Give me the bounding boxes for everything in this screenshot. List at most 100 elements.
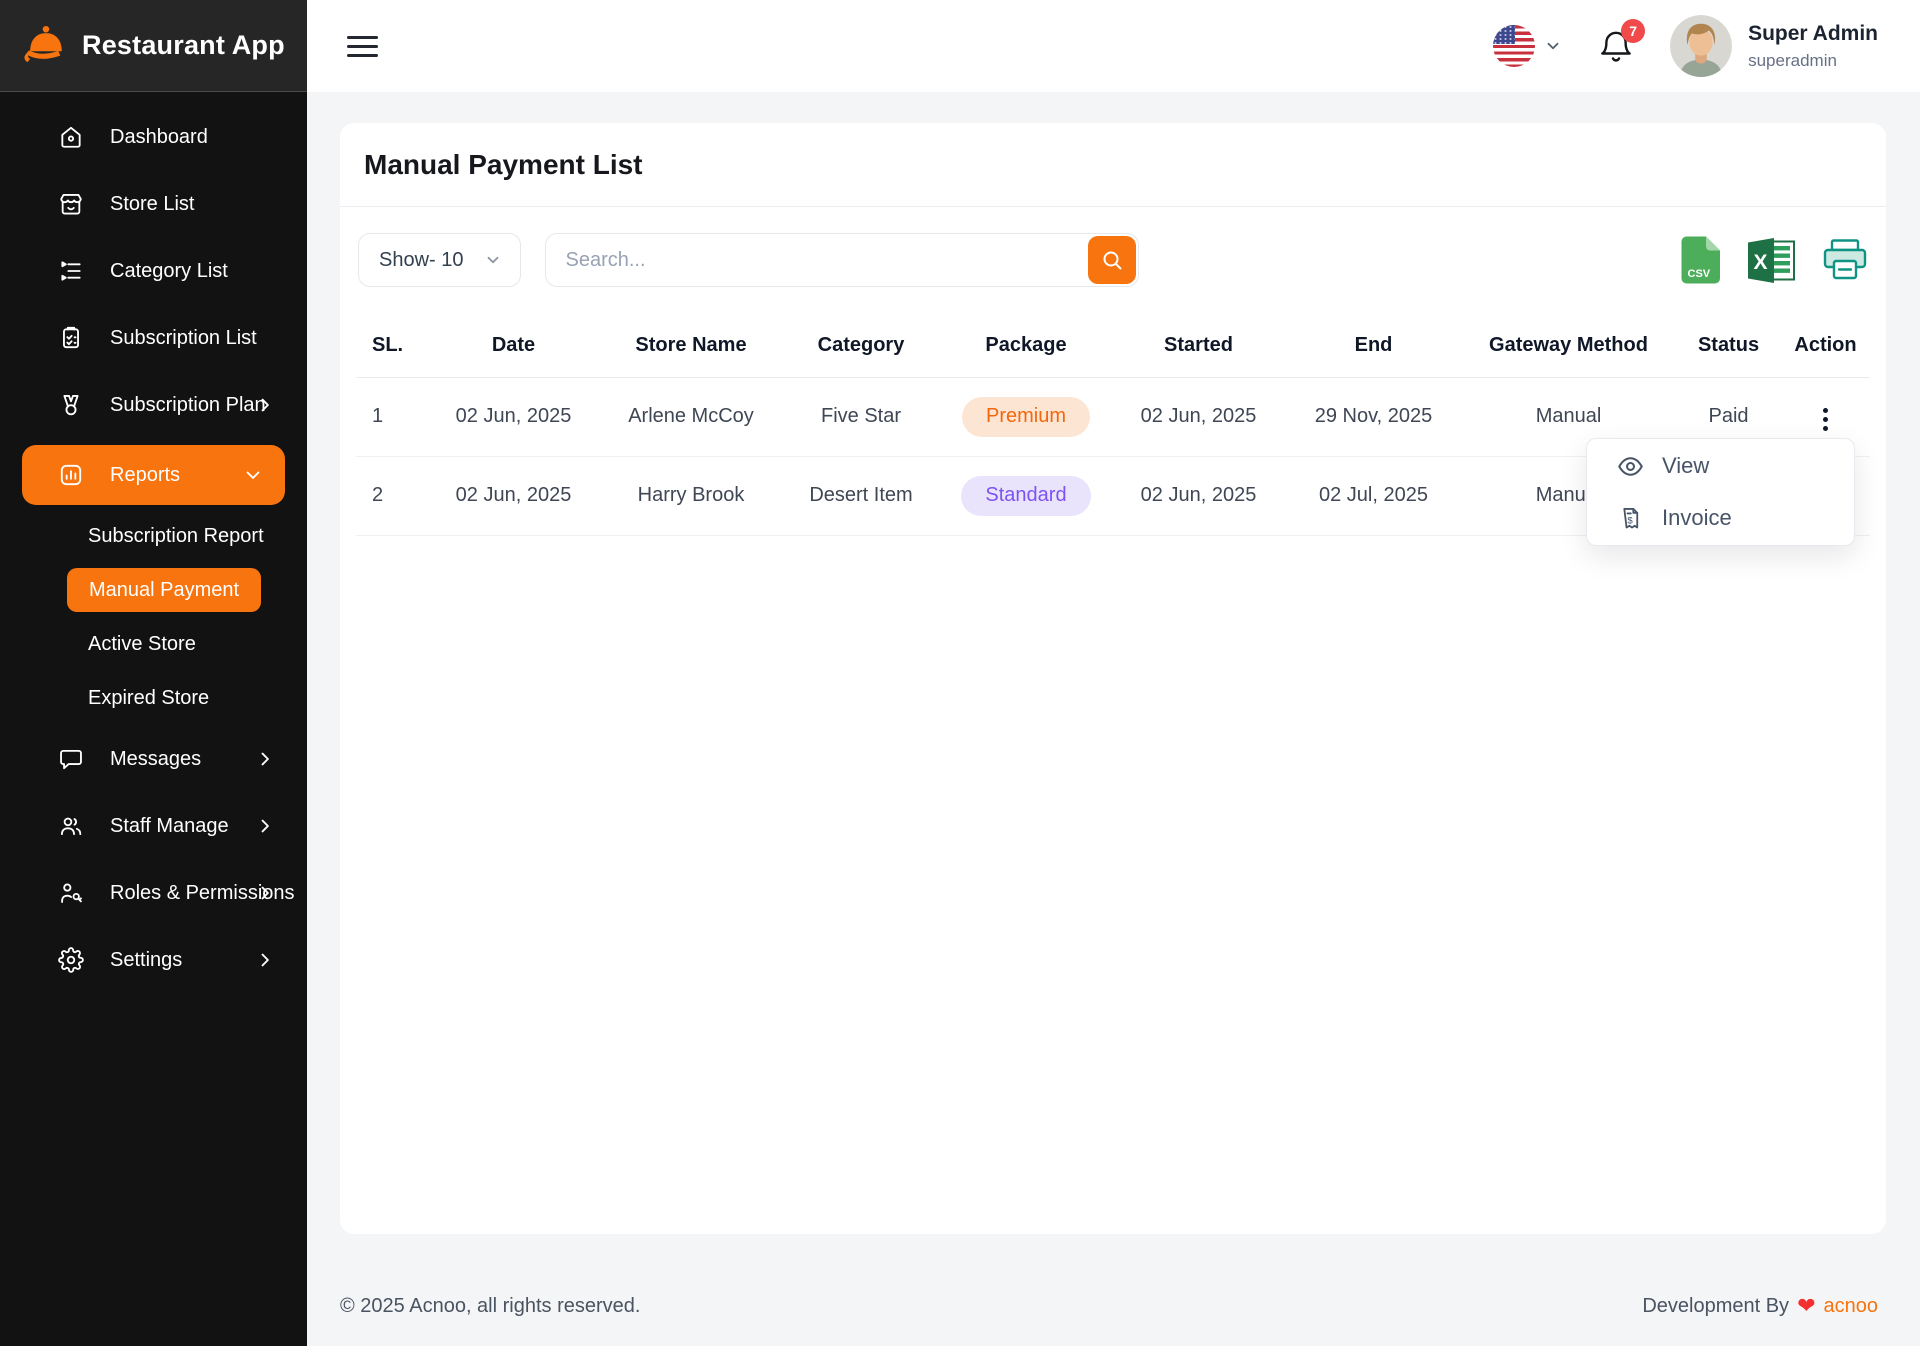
copyright-text: © 2025 Acnoo, all rights reserved.	[340, 1295, 640, 1318]
restaurant-logo-icon	[22, 23, 68, 69]
sidebar-subitem-active-store[interactable]: Active Store	[0, 617, 307, 671]
cell-category: Five Star	[781, 377, 941, 456]
sidebar-subitem-label: Active Store	[88, 633, 196, 656]
col-header-end: End	[1286, 315, 1461, 377]
settings-icon	[58, 947, 84, 973]
cell-end: 29 Nov, 2025	[1286, 377, 1461, 456]
col-header-date: Date	[426, 315, 601, 377]
sidebar-subitem-label: Expired Store	[88, 687, 209, 710]
sidebar: Restaurant App Dashboard Store List Cate…	[0, 0, 307, 1346]
sidebar-nav: Dashboard Store List Category List Subsc…	[0, 92, 307, 987]
chevron-down-icon	[243, 465, 263, 485]
svg-text:X: X	[1754, 251, 1768, 274]
invoice-icon: $	[1617, 505, 1644, 532]
cell-date: 02 Jun, 2025	[426, 456, 601, 535]
sidebar-item-messages[interactable]: Messages	[0, 732, 307, 786]
sidebar-item-roles-permissions[interactable]: Roles & Permissions	[0, 866, 307, 920]
package-badge: Standard	[961, 476, 1090, 516]
reports-icon	[58, 462, 84, 488]
acnoo-link[interactable]: acnoo	[1824, 1295, 1879, 1318]
sidebar-item-label: Subscription List	[110, 327, 257, 350]
table-header-row: SL. Date Store Name Category Package Sta…	[356, 315, 1870, 377]
col-header-package: Package	[941, 315, 1111, 377]
search-box	[545, 233, 1139, 287]
sidebar-item-label: Staff Manage	[110, 815, 229, 838]
sidebar-toggle-button[interactable]	[347, 36, 378, 57]
csv-export-icon[interactable]: CSV	[1680, 235, 1722, 285]
chevron-down-icon	[484, 251, 502, 269]
print-icon[interactable]	[1822, 239, 1868, 281]
reports-submenu: Subscription Report Manual Payment Activ…	[0, 509, 307, 725]
topbar: 7 Super Admin superadmin	[307, 0, 1920, 92]
sidebar-item-subscription-plan[interactable]: Subscription Plan	[0, 378, 307, 432]
brand[interactable]: Restaurant App	[0, 0, 307, 92]
chevron-right-icon	[255, 950, 275, 970]
menu-item-view[interactable]: View	[1587, 440, 1854, 492]
show-entries-select[interactable]: Show- 10	[358, 233, 521, 287]
sidebar-subitem-label: Subscription Report	[88, 525, 264, 548]
avatar	[1670, 15, 1732, 77]
sidebar-item-subscription-list[interactable]: Subscription List	[0, 311, 307, 365]
us-flag-icon	[1493, 25, 1535, 67]
table-controls: Show- 10 CSV	[340, 207, 1886, 315]
sidebar-item-label: Dashboard	[110, 126, 208, 149]
col-header-sl: SL.	[356, 315, 426, 377]
sidebar-subitem-manual-payment[interactable]: Manual Payment	[0, 563, 307, 617]
sidebar-item-settings[interactable]: Settings	[0, 933, 307, 987]
roles-icon	[58, 880, 84, 906]
menu-item-label: Invoice	[1662, 505, 1732, 531]
sidebar-item-label: Reports	[110, 464, 180, 487]
excel-export-icon[interactable]: X	[1748, 238, 1796, 283]
sidebar-item-category-list[interactable]: Category List	[0, 244, 307, 298]
subscription-list-icon	[58, 325, 84, 351]
cell-started: 02 Jun, 2025	[1111, 456, 1286, 535]
cell-category: Desert Item	[781, 456, 941, 535]
cell-date: 02 Jun, 2025	[426, 377, 601, 456]
sidebar-subitem-subscription-report[interactable]: Subscription Report	[0, 509, 307, 563]
col-header-gateway-method: Gateway Method	[1461, 315, 1676, 377]
development-by-text: Development By	[1642, 1295, 1789, 1318]
sidebar-item-label: Subscription Plan	[110, 394, 266, 417]
menu-item-invoice[interactable]: $ Invoice	[1587, 492, 1854, 544]
menu-item-label: View	[1662, 453, 1709, 479]
row-action-menu: View $ Invoice	[1586, 438, 1855, 546]
topbar-right: 7 Super Admin superadmin	[1493, 15, 1878, 77]
sidebar-item-dashboard[interactable]: Dashboard	[0, 110, 307, 164]
search-button[interactable]	[1088, 236, 1136, 284]
sidebar-item-reports[interactable]: Reports	[22, 445, 285, 505]
col-header-status: Status	[1676, 315, 1781, 377]
sidebar-item-label: Store List	[110, 193, 194, 216]
sidebar-subitem-expired-store[interactable]: Expired Store	[0, 671, 307, 725]
package-badge: Premium	[962, 397, 1090, 437]
language-selector[interactable]	[1493, 25, 1562, 67]
search-icon	[1100, 248, 1124, 272]
row-actions-button[interactable]	[1817, 402, 1834, 437]
notifications-button[interactable]: 7	[1598, 28, 1634, 64]
sidebar-item-staff-manage[interactable]: Staff Manage	[0, 799, 307, 853]
sidebar-subitem-label: Manual Payment	[67, 568, 261, 612]
svg-text:CSV: CSV	[1688, 268, 1711, 280]
category-icon	[58, 258, 84, 284]
col-header-started: Started	[1111, 315, 1286, 377]
cell-package: Premium	[941, 377, 1111, 456]
cell-sl: 2	[356, 456, 426, 535]
home-icon	[58, 124, 84, 150]
cell-store-name: Arlene McCoy	[601, 377, 781, 456]
app-root: Restaurant App Dashboard Store List Cate…	[0, 0, 1920, 1346]
notification-badge: 7	[1621, 19, 1645, 43]
cell-sl: 1	[356, 377, 426, 456]
card-header: Manual Payment List	[340, 123, 1886, 207]
cell-package: Standard	[941, 456, 1111, 535]
search-input[interactable]	[545, 233, 1139, 287]
col-header-store-name: Store Name	[601, 315, 781, 377]
col-header-action: Action	[1781, 315, 1870, 377]
cell-store-name: Harry Brook	[601, 456, 781, 535]
col-header-category: Category	[781, 315, 941, 377]
user-profile-button[interactable]: Super Admin superadmin	[1670, 15, 1878, 77]
store-icon	[58, 191, 84, 217]
sidebar-item-store-list[interactable]: Store List	[0, 177, 307, 231]
svg-text:$: $	[1627, 515, 1633, 526]
heart-icon: ❤	[1797, 1295, 1815, 1317]
manual-payment-card: Manual Payment List Show- 10	[340, 123, 1886, 1234]
cell-end: 02 Jul, 2025	[1286, 456, 1461, 535]
